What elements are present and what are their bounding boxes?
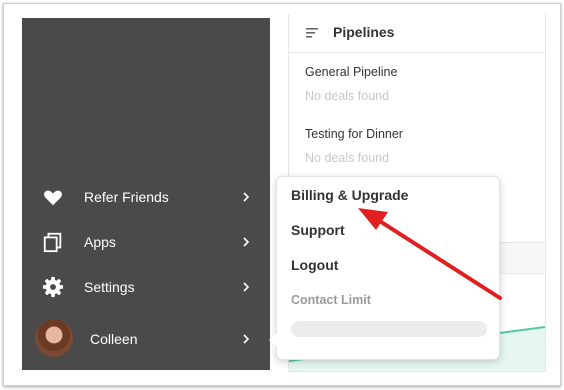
- pipeline-status: No deals found: [305, 89, 390, 103]
- pipelines-title: Pipelines: [333, 24, 395, 40]
- sidebar-item-apps[interactable]: Apps: [22, 222, 270, 262]
- screenshot-frame: Refer Friends Apps Settings Colleen Pipe…: [3, 3, 561, 386]
- sidebar-item-label: Settings: [84, 279, 135, 295]
- pipeline-name[interactable]: General Pipeline: [305, 65, 397, 79]
- sidebar-item-label: Refer Friends: [84, 189, 169, 205]
- pipeline-status: No deals found: [305, 151, 390, 165]
- chevron-right-icon: [243, 192, 250, 202]
- chevron-right-icon: [243, 237, 250, 247]
- sidebar: Refer Friends Apps Settings Colleen: [22, 18, 270, 370]
- apps-icon: [43, 232, 62, 253]
- heart-icon: [44, 190, 62, 206]
- sidebar-item-label: Apps: [84, 234, 116, 250]
- support-menu-item[interactable]: Support: [291, 222, 345, 238]
- user-name: Colleen: [90, 331, 138, 347]
- dropdown-pointer: [269, 333, 277, 347]
- chevron-right-icon: [243, 334, 250, 344]
- contact-limit-label: Contact Limit: [291, 293, 371, 307]
- pipeline-name[interactable]: Testing for Dinner: [305, 127, 403, 141]
- pipelines-header: Pipelines: [289, 14, 545, 53]
- sidebar-item-settings[interactable]: Settings: [22, 267, 270, 307]
- contact-limit-bar: [291, 321, 487, 337]
- chevron-right-icon: [243, 282, 250, 292]
- sidebar-item-refer-friends[interactable]: Refer Friends: [22, 177, 270, 217]
- avatar: [35, 319, 73, 357]
- gear-icon: [42, 276, 64, 298]
- sidebar-item-user[interactable]: Colleen: [22, 319, 270, 359]
- filter-icon[interactable]: [306, 27, 320, 39]
- billing-upgrade-menu-item[interactable]: Billing & Upgrade: [291, 187, 408, 203]
- logout-menu-item[interactable]: Logout: [291, 257, 338, 273]
- account-dropdown-menu: Billing & Upgrade Support Logout Contact…: [269, 176, 500, 360]
